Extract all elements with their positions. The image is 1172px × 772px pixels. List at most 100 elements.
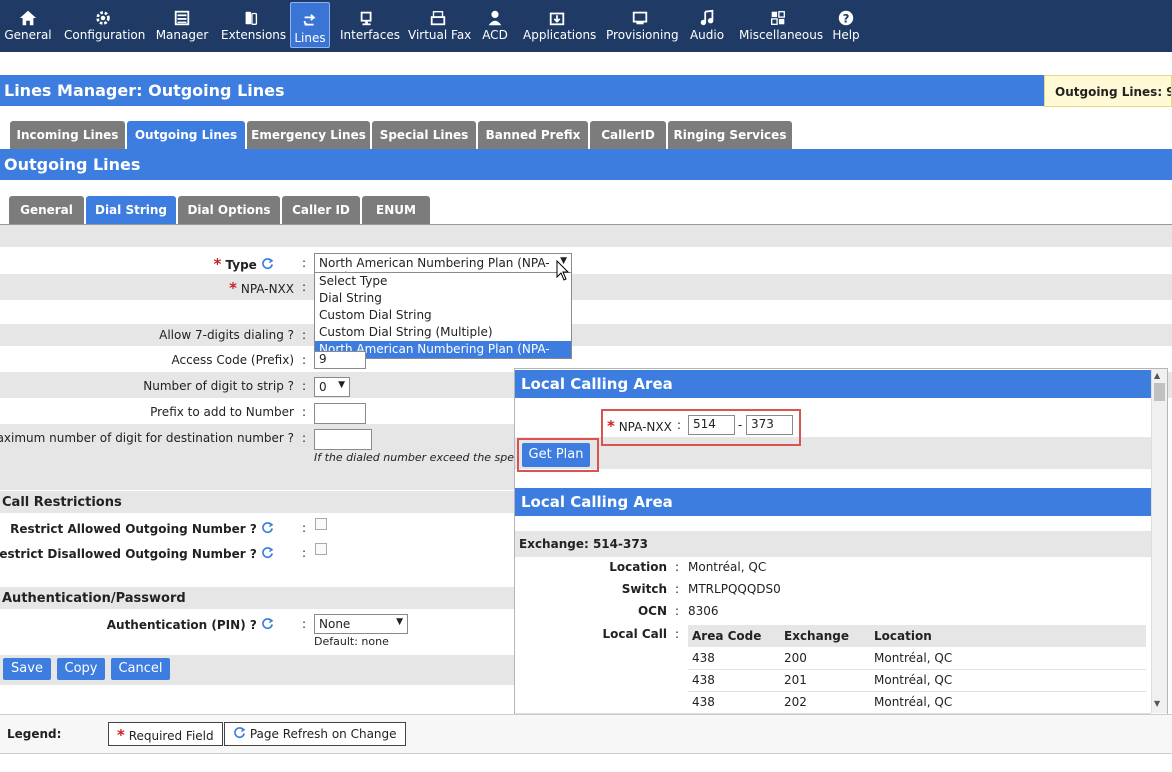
tab-ringing-services[interactable]: Ringing Services bbox=[668, 121, 792, 149]
vertical-scrollbar[interactable]: ▲ ▼ bbox=[1151, 369, 1167, 713]
nav-label: Virtual Fax bbox=[408, 28, 472, 42]
auth-section-header: Authentication/Password bbox=[0, 587, 520, 609]
nav-acd[interactable]: ACD bbox=[480, 0, 510, 48]
agent-icon bbox=[488, 10, 502, 26]
colon: : bbox=[675, 560, 680, 574]
call-restrictions-header: Call Restrictions bbox=[0, 491, 520, 513]
maxdigit-input[interactable] bbox=[314, 429, 372, 450]
restrict-disallowed-checkbox[interactable] bbox=[315, 543, 327, 555]
nxx-input[interactable]: 373 bbox=[746, 415, 793, 435]
type-label-text: Type bbox=[225, 258, 257, 272]
subtab-caller-id[interactable]: Caller ID bbox=[282, 196, 360, 224]
subtab-dial-options[interactable]: Dial Options bbox=[178, 196, 280, 224]
subtab-dial-string[interactable]: Dial String bbox=[86, 196, 176, 224]
table-row: 438 201 Montréal, QC bbox=[688, 669, 1146, 692]
tab-emergency-lines[interactable]: Emergency Lines bbox=[247, 121, 370, 149]
tab-special-lines[interactable]: Special Lines bbox=[372, 121, 476, 149]
nav-provisioning[interactable]: Provisioning bbox=[606, 0, 679, 48]
colon: : bbox=[302, 379, 307, 393]
tab-incoming-lines[interactable]: Incoming Lines bbox=[10, 121, 125, 149]
auth-label-text: Authentication (PIN) ? bbox=[106, 618, 257, 632]
form-header-row bbox=[0, 225, 1172, 247]
nav-lines[interactable]: Lines bbox=[290, 2, 330, 48]
row-bg bbox=[0, 274, 1172, 300]
nav-interfaces[interactable]: Interfaces bbox=[340, 0, 400, 48]
chevron-down-icon: ▼ bbox=[338, 380, 345, 390]
auth-default: Default: none bbox=[314, 635, 389, 648]
column-header: Exchange bbox=[780, 625, 870, 647]
scroll-down-arrow-icon[interactable]: ▼ bbox=[1154, 699, 1160, 708]
type-select[interactable]: North American Numbering Plan (NPA-NXX) … bbox=[314, 253, 572, 284]
music-note-icon bbox=[700, 9, 714, 26]
switch-label: Switch bbox=[621, 582, 667, 596]
interfaces-icon bbox=[360, 11, 372, 26]
tab-banned-prefix[interactable]: Banned Prefix bbox=[478, 121, 588, 149]
auth-select[interactable]: None ▼ bbox=[314, 614, 408, 634]
allow7-label: Allow 7-digits dialing ? bbox=[159, 328, 294, 342]
restrict-disallowed-text: Restrict Disallowed Outgoing Number ? bbox=[0, 547, 257, 561]
location-value: Montréal, QC bbox=[688, 560, 767, 574]
table-icon bbox=[174, 10, 190, 26]
refresh-icon bbox=[262, 522, 274, 534]
nav-label: ACD bbox=[482, 28, 508, 42]
scrollbar-thumb[interactable] bbox=[1154, 383, 1165, 401]
svg-text:?: ? bbox=[843, 12, 850, 26]
type-option[interactable]: Custom Dial String bbox=[315, 307, 571, 324]
nav-label: Provisioning bbox=[606, 28, 679, 42]
legend-label: Legend: bbox=[7, 727, 62, 741]
subtab-general[interactable]: General bbox=[9, 196, 84, 224]
column-header: Location bbox=[870, 625, 1146, 647]
subtab-enum[interactable]: ENUM bbox=[362, 196, 430, 224]
nav-audio[interactable]: Audio bbox=[688, 0, 726, 48]
prefix-input[interactable] bbox=[314, 403, 366, 424]
local-calling-area-popup: Local Calling Area * NPA-NXX : 514 - 373… bbox=[514, 368, 1168, 728]
nav-manager[interactable]: Manager bbox=[155, 0, 209, 48]
nav-help[interactable]: ? Help bbox=[831, 0, 861, 48]
provisioning-icon bbox=[632, 11, 648, 25]
nav-virtual-fax[interactable]: Virtual Fax bbox=[408, 0, 472, 48]
page-title: Lines Manager: Outgoing Lines bbox=[0, 75, 1044, 106]
access-code-input[interactable]: 9 bbox=[314, 351, 366, 369]
grid-icon bbox=[771, 11, 785, 25]
nav-general[interactable]: General bbox=[4, 0, 52, 48]
ocn-label: OCN bbox=[637, 604, 667, 618]
type-label: * Type bbox=[213, 255, 274, 273]
npanxx-label-text: NPA-NXX bbox=[240, 282, 294, 296]
phones-icon bbox=[245, 11, 258, 25]
required-star: * bbox=[117, 726, 125, 744]
colon: : bbox=[675, 582, 680, 596]
tab-callerid[interactable]: CallerID bbox=[590, 121, 666, 149]
status-toast: Outgoing Lines: 9 + X bbox=[1044, 75, 1172, 107]
table-cell: 438 bbox=[688, 691, 780, 714]
scroll-up-arrow-icon[interactable]: ▲ bbox=[1154, 371, 1160, 380]
npa-input[interactable]: 514 bbox=[688, 415, 735, 435]
local-call-table: Area Code Exchange Location 438 200 Mont… bbox=[688, 625, 1146, 714]
type-option[interactable]: Dial String bbox=[315, 290, 571, 307]
cancel-button[interactable]: Cancel bbox=[111, 658, 170, 680]
strip-select[interactable]: 0 ▼ bbox=[314, 377, 350, 397]
nav-configuration[interactable]: Configuration bbox=[64, 0, 146, 48]
nav-miscellaneous[interactable]: Miscellaneous bbox=[739, 0, 823, 48]
restrict-allowed-label: Restrict Allowed Outgoing Number ? bbox=[10, 521, 274, 536]
tab-outgoing-lines[interactable]: Outgoing Lines bbox=[127, 121, 245, 149]
table-cell: Montréal, QC bbox=[870, 647, 1146, 670]
table-cell: 202 bbox=[780, 691, 870, 714]
nav-applications[interactable]: Applications bbox=[523, 0, 597, 48]
type-option[interactable]: Custom Dial String (Multiple) bbox=[315, 324, 571, 341]
get-plan-button[interactable]: Get Plan bbox=[522, 443, 590, 467]
type-option[interactable]: Select Type bbox=[315, 273, 571, 290]
nav-extensions[interactable]: Extensions bbox=[221, 0, 286, 48]
copy-button[interactable]: Copy bbox=[57, 658, 105, 680]
save-button[interactable]: Save bbox=[3, 658, 51, 680]
nav-label: Applications bbox=[523, 28, 597, 42]
colon: : bbox=[675, 627, 680, 641]
table-cell: Montréal, QC bbox=[870, 669, 1146, 692]
applications-icon bbox=[549, 12, 565, 26]
popup-title: Local Calling Area bbox=[515, 370, 1151, 398]
colon: : bbox=[302, 405, 307, 419]
restrict-allowed-checkbox[interactable] bbox=[315, 518, 327, 530]
auth-label: Authentication (PIN) ? bbox=[107, 617, 274, 632]
ocn-value: 8306 bbox=[688, 604, 719, 618]
nav-label: Configuration bbox=[64, 28, 146, 42]
type-dropdown-list: Select Type Dial String Custom Dial Stri… bbox=[314, 272, 572, 373]
